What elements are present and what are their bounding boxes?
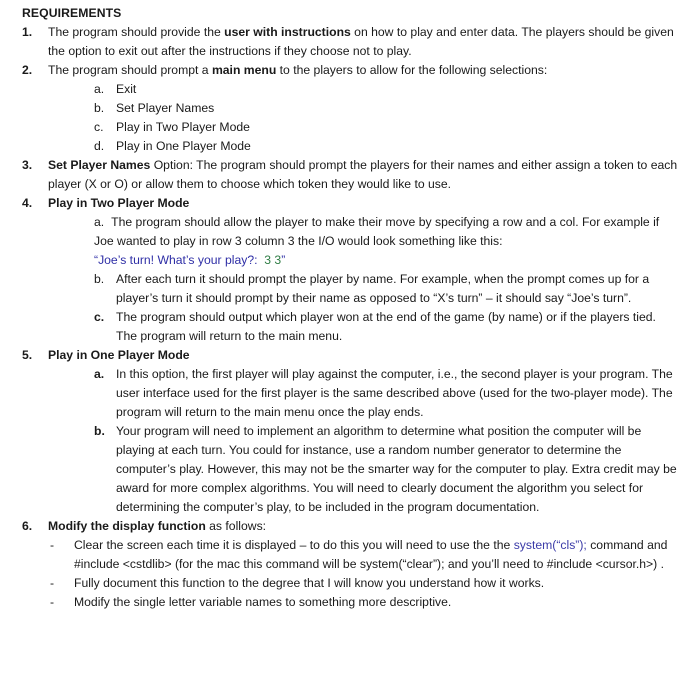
display-task-2: - Fully document this function to the de… [22, 574, 680, 593]
display-task-1: - Clear the screen each time it is displ… [22, 536, 680, 574]
display-task-text: Clear the screen each time it is display… [74, 538, 667, 571]
requirement-item-4: 4. Play in Two Player Mode [22, 194, 680, 213]
requirement-text: The program should provide the user with… [48, 25, 674, 58]
display-task-3: - Modify the single letter variable name… [22, 593, 680, 612]
requirement-item-3: 3. Set Player Names Option: The program … [22, 156, 680, 194]
menu-option-a: a. Exit [22, 80, 680, 99]
text-segment: to the players to allow for the followin… [276, 63, 548, 77]
emphasis-term: Modify the display function [48, 519, 206, 533]
list-marker: a. [94, 82, 105, 96]
requirement-heading: Play in One Player Mode [48, 348, 190, 362]
io-example: “Joe’s turn! What’s your play?: 3 3” [94, 253, 285, 267]
example-prompt-text: Joe’s turn! What’s your play?: [98, 253, 258, 267]
requirement-text: Modify the display function as follows: [48, 519, 266, 533]
list-marker: 4. [22, 196, 33, 210]
list-marker: 2. [22, 63, 33, 77]
menu-option-d: d. Play in One Player Mode [22, 137, 680, 156]
list-marker: b. [94, 272, 105, 286]
emphasis-term: user with instructions [224, 25, 351, 39]
requirement-text: Set Player Names Option: The program sho… [48, 158, 677, 191]
requirement-heading: Play in Two Player Mode [48, 196, 190, 210]
display-task-text: Fully document this function to the degr… [74, 576, 545, 590]
requirement-text: The program should allow the player to m… [94, 215, 659, 267]
example-close-quote: ” [281, 253, 286, 267]
list-marker: c. [94, 310, 105, 324]
list-marker: 1. [22, 25, 33, 39]
text-segment: The program should prompt a [48, 63, 212, 77]
requirement-item-5b: b. Your program will need to implement a… [22, 422, 680, 517]
text-segment: The program should provide the [48, 25, 225, 39]
list-marker: 3. [22, 158, 33, 172]
requirement-item-5: 5. Play in One Player Mode [22, 346, 680, 365]
requirement-text: In this option, the first player will pl… [116, 367, 673, 419]
document-page: REQUIREMENTS 1. The program should provi… [0, 0, 700, 674]
menu-option-b: b. Set Player Names [22, 99, 680, 118]
requirement-item-4a: a. The program should allow the player to… [22, 213, 680, 270]
text-segment: as follows: [205, 519, 267, 533]
text-segment: Clear the screen each time it is display… [74, 538, 514, 552]
page-title: REQUIREMENTS [22, 6, 122, 20]
list-marker: d. [94, 139, 105, 153]
requirement-item-6: 6. Modify the display function as follow… [22, 517, 680, 536]
dash-bullet-marker: - [50, 595, 55, 609]
requirement-text: After each turn it should prompt the pla… [116, 272, 650, 305]
requirement-text: The program should output which player w… [116, 310, 656, 343]
menu-option-label: Play in One Player Mode [116, 139, 251, 153]
list-marker: a. [94, 367, 105, 381]
list-marker: 6. [22, 519, 33, 533]
menu-option-label: Set Player Names [116, 101, 215, 115]
list-marker: c. [94, 120, 104, 134]
display-task-text: Modify the single letter variable names … [74, 595, 452, 609]
list-marker: b. [94, 424, 105, 438]
example-input-value: 3 3 [264, 253, 282, 267]
requirement-item-4c: c. The program should output which playe… [22, 308, 680, 346]
list-marker: 5. [22, 348, 33, 362]
code-snippet: system(“cls”); [513, 538, 587, 552]
list-marker: a. [94, 215, 105, 229]
list-marker: b. [94, 101, 105, 115]
requirement-item-4b: b. After each turn it should prompt the … [22, 270, 680, 308]
requirement-item-1: 1. The program should provide the user w… [22, 23, 680, 61]
requirement-item-2: 2. The program should prompt a main menu… [22, 61, 680, 80]
requirement-text: Your program will need to implement an a… [116, 424, 677, 514]
dash-bullet-marker: - [50, 538, 55, 552]
menu-option-label: Play in Two Player Mode [116, 120, 250, 134]
requirement-text: The program should prompt a main menu to… [48, 63, 547, 77]
menu-option-c: c. Play in Two Player Mode [22, 118, 680, 137]
dash-bullet-marker: - [50, 576, 55, 590]
emphasis-term: Set Player Names [48, 158, 151, 172]
menu-option-label: Exit [116, 82, 137, 96]
emphasis-term: main menu [211, 63, 277, 77]
requirement-item-5a: a. In this option, the first player will… [22, 365, 680, 422]
text-segment: The program should allow the player to m… [94, 215, 660, 248]
